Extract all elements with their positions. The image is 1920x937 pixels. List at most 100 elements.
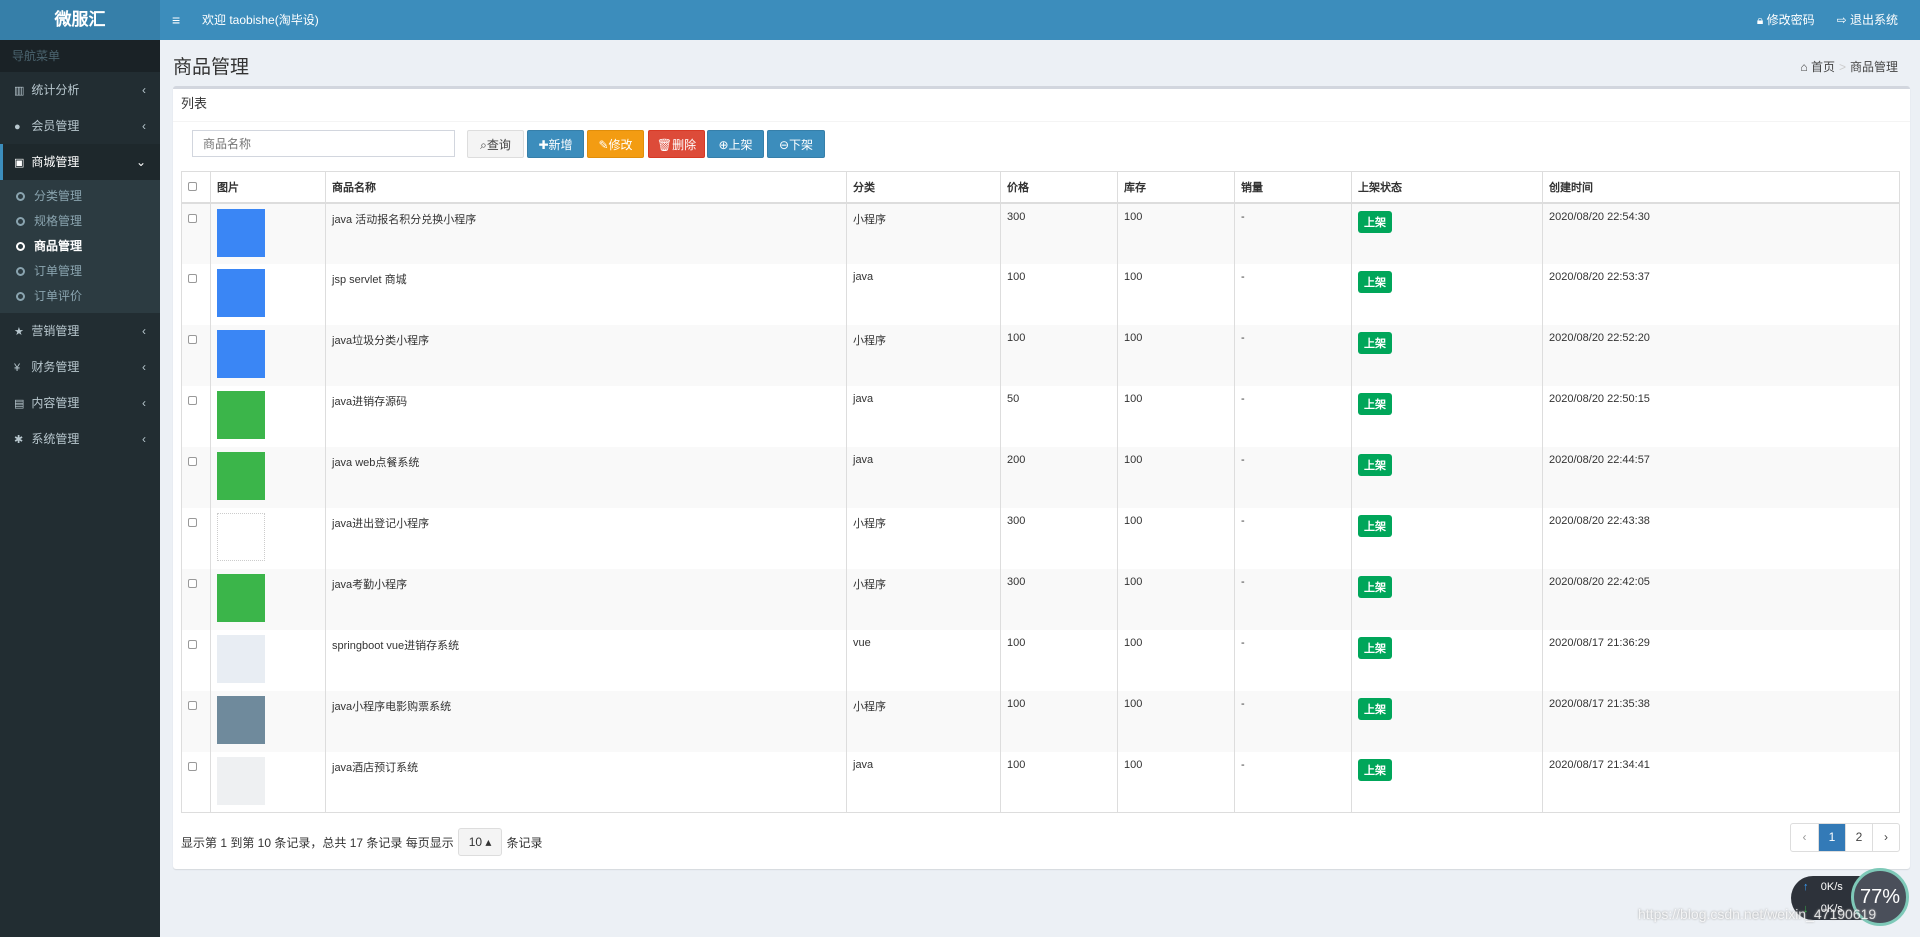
table-row[interactable]: java小程序电影购票系统 小程序 100 100 - 上架 2020/08/1… — [181, 690, 1900, 752]
name-cell: springboot vue进销存系统 — [325, 629, 847, 691]
chevron-left-icon: ‹ — [142, 396, 146, 410]
sidebar-item-label: 系统管理 — [31, 432, 80, 446]
pagination: ‹ 1 2 › — [1790, 823, 1900, 852]
sales-cell: - — [1234, 324, 1352, 386]
chevron-left-icon: ‹ — [142, 324, 146, 338]
sidebar-item-6[interactable]: ✱ 系统管理 ‹ — [0, 421, 160, 457]
column-header[interactable]: 销量 — [1234, 171, 1352, 204]
sidebar-item-3[interactable]: ★ 营销管理 ‹ — [0, 313, 160, 349]
created-time-cell: 2020/08/20 22:54:30 — [1542, 202, 1900, 264]
yen-icon: ¥ — [14, 362, 21, 374]
sidebar-item-1[interactable]: ● 会员管理 ‹ — [0, 108, 160, 144]
row-select-cell — [181, 263, 211, 325]
row-checkbox[interactable] — [188, 639, 197, 649]
add-button[interactable]: ✚新增 — [527, 130, 584, 158]
row-checkbox[interactable] — [188, 578, 197, 588]
table-row[interactable]: java垃圾分类小程序 小程序 100 100 - 上架 2020/08/20 … — [181, 324, 1900, 386]
status-badge: 上架 — [1358, 758, 1392, 781]
row-select-cell — [181, 629, 211, 691]
name-cell: java 活动报名积分兑换小程序 — [325, 202, 847, 264]
submenu-item[interactable]: 商品管理 — [0, 234, 160, 259]
column-header[interactable]: 商品名称 — [325, 171, 847, 204]
row-checkbox[interactable] — [188, 273, 197, 283]
submenu-item[interactable]: 订单管理 — [0, 259, 160, 284]
row-checkbox[interactable] — [188, 517, 197, 527]
query-button[interactable]: ⌕查询 — [467, 130, 524, 158]
circle-icon — [16, 267, 25, 276]
logo[interactable]: 微服汇 — [0, 0, 160, 40]
product-thumbnail — [217, 451, 265, 500]
image-cell — [210, 446, 326, 508]
row-checkbox[interactable] — [188, 700, 197, 710]
submenu-item-label: 规格管理 — [34, 214, 83, 228]
sidebar-item-4[interactable]: ¥ 财务管理 ‹ — [0, 349, 160, 385]
column-header[interactable]: 价格 — [1000, 171, 1118, 204]
column-header[interactable]: 图片 — [210, 171, 326, 204]
row-checkbox[interactable] — [188, 395, 197, 405]
page-1-button[interactable]: 1 — [1818, 824, 1845, 851]
edit-button[interactable]: ✎修改 — [587, 130, 644, 158]
circle-icon — [16, 242, 25, 251]
submenu-item-label: 分类管理 — [34, 189, 83, 203]
delete-button[interactable]: 🗑︎删除 — [648, 130, 705, 158]
file-icon: ▤ — [14, 398, 25, 410]
table-row[interactable]: jsp servlet 商城 java 100 100 - 上架 2020/08… — [181, 263, 1900, 325]
sidebar-item-5[interactable]: ▤ 内容管理 ‹ — [0, 385, 160, 421]
table-row[interactable]: java考勤小程序 小程序 300 100 - 上架 2020/08/20 22… — [181, 568, 1900, 630]
row-checkbox[interactable] — [188, 213, 197, 223]
price-cell: 200 — [1000, 446, 1118, 508]
product-name-search-input[interactable] — [192, 130, 455, 157]
table-row[interactable]: java进出登记小程序 小程序 300 100 - 上架 2020/08/20 … — [181, 507, 1900, 569]
logout-link[interactable]: ⇨ 退出系统 — [1837, 0, 1898, 40]
sidebar-item-2[interactable]: ▣ 商城管理 ⌄ — [0, 144, 160, 180]
created-time-cell: 2020/08/20 22:50:15 — [1542, 385, 1900, 447]
breadcrumb-home[interactable]: 首页 — [1811, 60, 1835, 74]
column-header[interactable]: 创建时间 — [1542, 171, 1900, 204]
stock-cell: 100 — [1117, 263, 1235, 325]
add-label: 新增 — [548, 137, 573, 152]
product-thumbnail — [217, 390, 265, 439]
column-header[interactable]: 分类 — [846, 171, 1001, 204]
stock-cell: 100 — [1117, 446, 1235, 508]
table-row[interactable]: java 活动报名积分兑换小程序 小程序 300 100 - 上架 2020/0… — [181, 202, 1900, 264]
menu-toggle-icon[interactable]: ≡ — [172, 0, 180, 40]
name-cell: java垃圾分类小程序 — [325, 324, 847, 386]
name-cell: java进出登记小程序 — [325, 507, 847, 569]
off-shelf-button[interactable]: ⊖下架 — [767, 130, 825, 158]
submenu-item[interactable]: 订单评价 — [0, 284, 160, 309]
row-checkbox[interactable] — [188, 456, 197, 466]
chevron-left-icon: ‹ — [142, 119, 146, 133]
stock-cell: 100 — [1117, 202, 1235, 264]
change-password-link[interactable]: 🔒︎ 修改密码 — [1757, 0, 1815, 40]
on-shelf-button[interactable]: ⊕上架 — [707, 130, 764, 158]
table-row[interactable]: java进销存源码 java 50 100 - 上架 2020/08/20 22… — [181, 385, 1900, 447]
stock-cell: 100 — [1117, 385, 1235, 447]
status-badge: 上架 — [1358, 210, 1392, 233]
name-cell: java小程序电影购票系统 — [325, 690, 847, 752]
page-2-button[interactable]: 2 — [1845, 824, 1872, 851]
chart-icon: ▥ — [14, 85, 25, 97]
table-row[interactable]: java酒店预订系统 java 100 100 - 上架 2020/08/17 … — [181, 751, 1900, 813]
pagination-info-suffix: 条记录 — [506, 835, 543, 850]
upload-speed: 0K/s — [1820, 881, 1843, 893]
page-size-dropdown[interactable]: 10 ▴ — [457, 828, 503, 856]
sidebar-item-0[interactable]: ▥ 统计分析 ‹ — [0, 72, 160, 108]
next-page-button[interactable]: › — [1872, 824, 1899, 851]
created-time-cell: 2020/08/17 21:34:41 — [1542, 751, 1900, 813]
prev-page-button[interactable]: ‹ — [1791, 824, 1818, 851]
arrow-down-circle-icon: ⊖ — [778, 137, 790, 152]
column-header[interactable]: 库存 — [1117, 171, 1235, 204]
column-header[interactable]: 上架状态 — [1351, 171, 1543, 204]
product-thumbnail — [217, 573, 265, 622]
row-checkbox[interactable] — [188, 761, 197, 771]
image-cell — [210, 690, 326, 752]
select-all-checkbox[interactable] — [188, 182, 197, 192]
sales-cell: - — [1234, 751, 1352, 813]
submenu-item[interactable]: 规格管理 — [0, 209, 160, 234]
table-row[interactable]: java web点餐系统 java 200 100 - 上架 2020/08/2… — [181, 446, 1900, 508]
product-thumbnail — [217, 329, 265, 378]
submenu-item[interactable]: 分类管理 — [0, 184, 160, 209]
select-all-header — [181, 171, 211, 204]
row-checkbox[interactable] — [188, 334, 197, 344]
table-row[interactable]: springboot vue进销存系统 vue 100 100 - 上架 202… — [181, 629, 1900, 691]
